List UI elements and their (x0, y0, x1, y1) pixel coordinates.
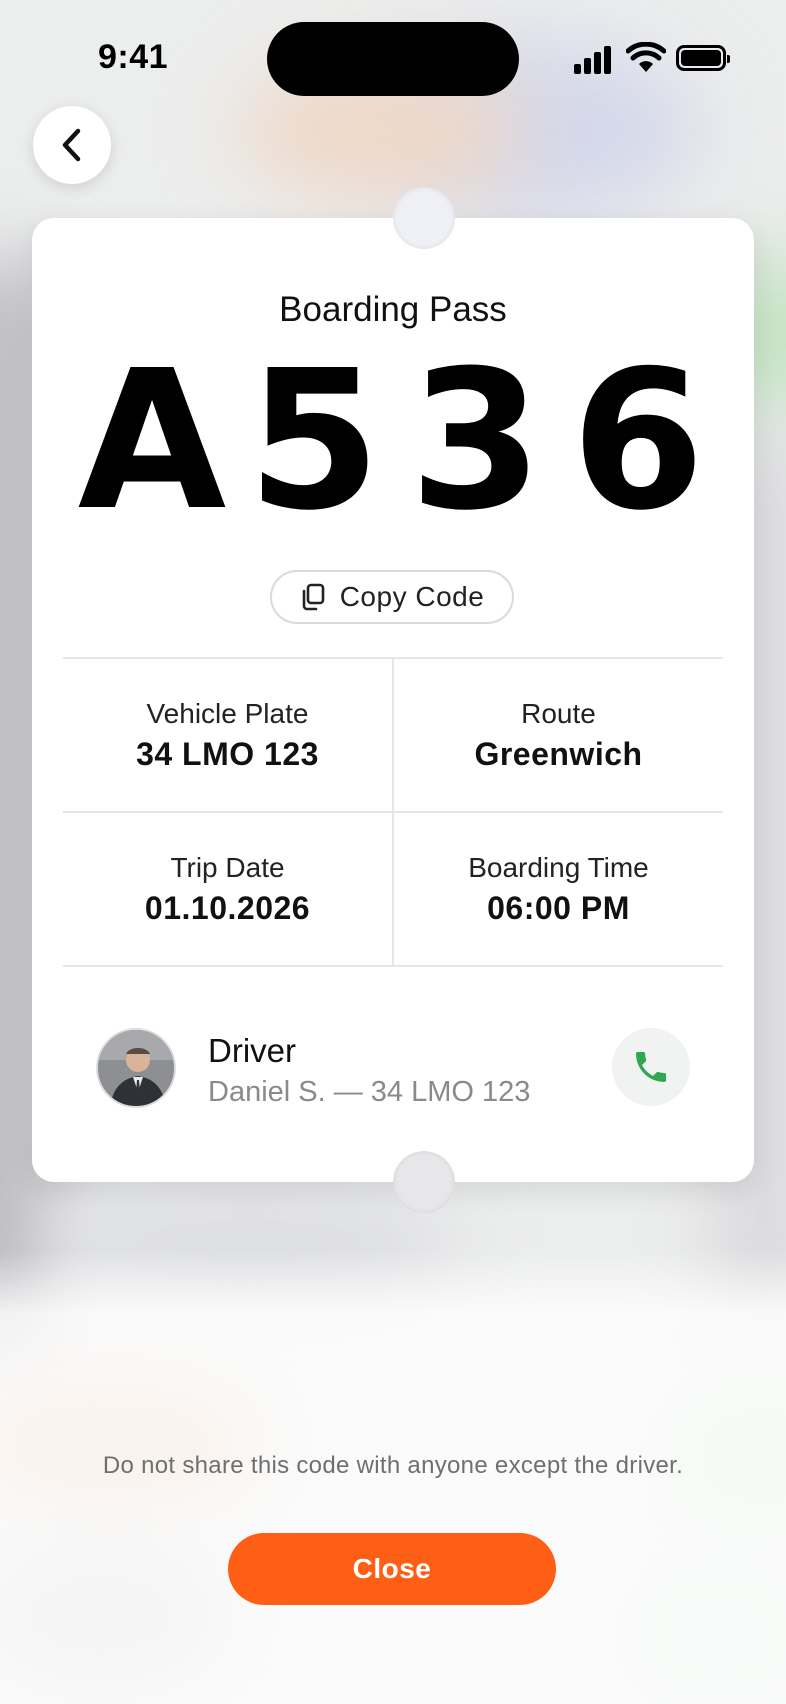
security-note: Do not share this code with anyone excep… (102, 1452, 684, 1479)
vehicle-plate-cell: Vehicle Plate 34 LMO 123 (63, 659, 392, 811)
detail-value: Greenwich (474, 735, 643, 772)
status-time: 9:41 (98, 38, 169, 76)
ticket-notch-top (393, 187, 455, 249)
detail-label: Vehicle Plate (146, 697, 309, 729)
boarding-pass-card: Boarding Pass A 5 3 6 Copy Code Vehicle … (32, 187, 754, 1213)
driver-title: Driver (208, 1032, 296, 1069)
pass-title: Boarding Pass (279, 290, 507, 329)
call-driver-button[interactable] (612, 1028, 690, 1106)
dynamic-island (267, 22, 519, 96)
route-cell: Route Greenwich (392, 659, 723, 811)
code-char: 3 (409, 330, 543, 553)
copy-code-button[interactable]: Copy Code (270, 570, 514, 624)
detail-label: Boarding Time (468, 851, 649, 883)
driver-row: Driver Daniel S. — 34 LMO 123 (96, 1028, 690, 1112)
ticket-notch-bottom (393, 1151, 455, 1213)
battery-icon (676, 45, 730, 71)
chevron-left-icon (62, 128, 81, 162)
detail-value: 34 LMO 123 (136, 735, 319, 772)
boarding-code: A 5 3 6 (32, 342, 754, 542)
boarding-time-cell: Boarding Time 06:00 PM (392, 813, 723, 965)
code-char: 5 (247, 330, 381, 553)
close-button[interactable]: Close (228, 1533, 556, 1605)
detail-label: Trip Date (170, 851, 285, 883)
status-bar: 9:41 (0, 0, 786, 120)
details-row: Vehicle Plate 34 LMO 123 Route Greenwich (63, 657, 723, 811)
back-button[interactable] (33, 106, 111, 184)
copy-icon (302, 583, 325, 611)
trip-details-grid: Vehicle Plate 34 LMO 123 Route Greenwich… (63, 657, 723, 967)
details-row: Trip Date 01.10.2026 Boarding Time 06:00… (63, 811, 723, 967)
driver-details: Daniel S. — 34 LMO 123 (208, 1076, 531, 1108)
trip-date-cell: Trip Date 01.10.2026 (63, 813, 392, 965)
driver-avatar (96, 1028, 176, 1108)
detail-label: Route (521, 697, 596, 729)
phone-icon (636, 1052, 666, 1082)
wifi-icon (626, 42, 666, 72)
detail-value: 06:00 PM (487, 889, 630, 926)
cellular-signal-icon (574, 44, 614, 74)
detail-value: 01.10.2026 (144, 889, 311, 926)
code-char: A (77, 330, 227, 553)
code-char: 6 (571, 330, 705, 553)
copy-code-label: Copy Code (339, 581, 485, 612)
